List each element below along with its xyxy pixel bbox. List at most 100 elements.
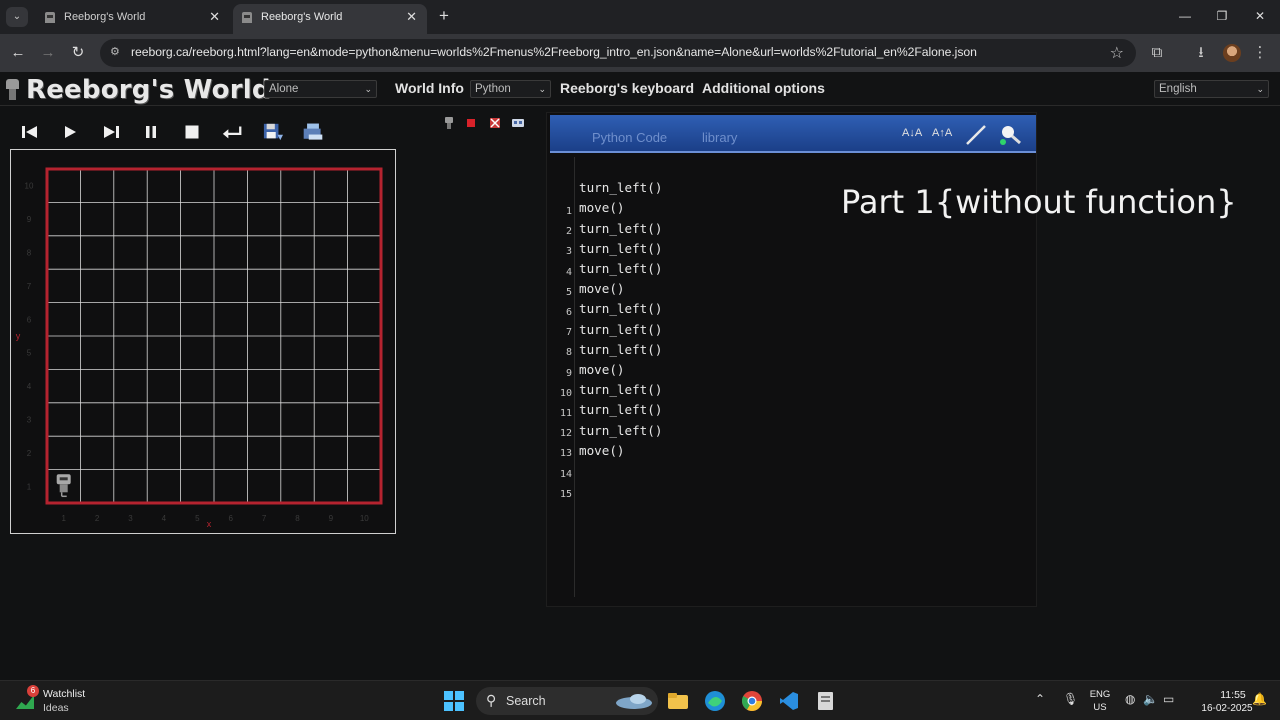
- code-line[interactable]: move(): [579, 362, 625, 377]
- reverse-step-button[interactable]: [19, 122, 41, 142]
- y-tick-label: 9: [27, 215, 32, 224]
- puzzle-icon: ⧉: [1151, 44, 1163, 61]
- code-line[interactable]: turn_left(): [579, 261, 662, 276]
- world-canvas[interactable]: 1 2 3 4 5 6 7 8 9 10 1 2 3 4 5 6 7 8 9 10 x y: [10, 149, 396, 534]
- site-info-icon[interactable]: ⚙: [110, 45, 124, 59]
- editor-tab-bar: Python Code library A↓A A↑A: [550, 115, 1036, 153]
- microphone-icon[interactable]: 🎙: [1063, 692, 1078, 706]
- stop-button[interactable]: [181, 122, 203, 142]
- file-explorer-button[interactable]: [667, 690, 689, 712]
- input-language-bottom[interactable]: US: [1087, 702, 1113, 713]
- code-line[interactable]: move(): [579, 443, 625, 458]
- edge-icon: [705, 691, 725, 711]
- profile-avatar[interactable]: [1223, 44, 1241, 62]
- world-select-value: Alone: [269, 83, 299, 95]
- world-info-button[interactable]: World Info: [395, 80, 464, 96]
- additional-options-button[interactable]: Additional options: [702, 80, 825, 96]
- reeborg-favicon-icon: [242, 12, 252, 23]
- world-editor-icon[interactable]: [511, 116, 525, 130]
- x-axis-label: x: [207, 519, 212, 529]
- reload-button[interactable]: ↻: [68, 43, 88, 63]
- arrow-right-icon: →: [40, 44, 56, 61]
- record-icon[interactable]: [465, 116, 479, 130]
- tab-title: Reeborg's World: [64, 11, 146, 23]
- browser-toolbar: ← → ↻ ⚙ reeborg.ca/reeborg.html?lang=en&…: [0, 34, 1280, 72]
- minimize-icon: —: [1179, 9, 1191, 23]
- url-text[interactable]: reeborg.ca/reeborg.html?lang=en&mode=pyt…: [131, 45, 977, 59]
- new-tab-button[interactable]: +: [434, 6, 454, 26]
- clock-date[interactable]: 16-02-2025: [1195, 703, 1259, 714]
- browser-tab-active[interactable]: Reeborg's World ✕: [233, 4, 427, 34]
- code-line[interactable]: move(): [579, 200, 625, 215]
- step-button[interactable]: [100, 122, 122, 142]
- back-button[interactable]: ←: [8, 43, 28, 63]
- extensions-button[interactable]: ⧉: [1147, 43, 1167, 63]
- downloads-button[interactable]: ⭳: [1191, 43, 1211, 63]
- magnifier-icon[interactable]: [998, 123, 1024, 145]
- code-line[interactable]: turn_left(): [579, 301, 662, 316]
- address-bar[interactable]: ⚙ reeborg.ca/reeborg.html?lang=en&mode=p…: [100, 39, 1136, 67]
- reload-world-button[interactable]: [221, 122, 245, 142]
- vscode-button[interactable]: [778, 690, 800, 712]
- tray-overflow-icon[interactable]: ⌃: [1035, 692, 1045, 706]
- battery-icon[interactable]: ▭: [1163, 692, 1174, 706]
- y-tick-label: 6: [27, 315, 32, 324]
- programming-mode-value: Python: [475, 83, 511, 95]
- restore-button[interactable]: ❐: [1211, 6, 1233, 26]
- y-tick-label: 2: [27, 449, 32, 458]
- taskbar-search[interactable]: ⚲ Search: [476, 687, 658, 715]
- tab-search-button[interactable]: ⌄: [6, 7, 28, 27]
- pause-button[interactable]: [140, 122, 162, 142]
- code-line[interactable]: turn_left(): [579, 402, 662, 417]
- pencil-icon[interactable]: [964, 123, 988, 145]
- code-line[interactable]: turn_left(): [579, 241, 662, 256]
- code-line[interactable]: turn_left(): [579, 342, 662, 357]
- world-select[interactable]: Alone ⌄: [264, 80, 377, 98]
- widget-subtitle[interactable]: Ideas: [43, 702, 69, 714]
- widget-title[interactable]: Watchlist: [43, 688, 85, 700]
- y-tick-label: 10: [25, 182, 34, 191]
- browser-menu-button[interactable]: ⋮: [1250, 43, 1270, 63]
- tab-title: Reeborg's World: [261, 11, 343, 23]
- edge-button[interactable]: [704, 690, 726, 712]
- code-line[interactable]: turn_left(): [579, 423, 662, 438]
- network-icon[interactable]: ◍: [1125, 692, 1135, 706]
- code-line[interactable]: turn_left(): [579, 180, 662, 195]
- code-line[interactable]: turn_left(): [579, 322, 662, 337]
- start-button[interactable]: [443, 690, 465, 712]
- star-icon[interactable]: ☆: [1110, 43, 1124, 63]
- chrome-button[interactable]: [741, 690, 763, 712]
- browser-tab[interactable]: Reeborg's World ✕: [36, 4, 230, 34]
- ui-language-select[interactable]: English ⌄: [1154, 80, 1269, 98]
- open-world-button[interactable]: [302, 122, 328, 142]
- app-title: Reeborg's World: [26, 75, 271, 105]
- reeborg-keyboard-button[interactable]: Reeborg's keyboard: [560, 80, 694, 96]
- decrease-font-icon[interactable]: A↓A: [902, 127, 922, 143]
- app-button[interactable]: [815, 690, 837, 712]
- close-icon[interactable]: ✕: [406, 4, 417, 30]
- chrome-icon: [741, 691, 762, 711]
- volume-icon[interactable]: 🔈: [1143, 692, 1158, 706]
- run-button[interactable]: [59, 122, 81, 142]
- input-language-top[interactable]: ENG: [1087, 689, 1113, 700]
- save-world-button[interactable]: [262, 122, 286, 142]
- robot-icon[interactable]: [442, 116, 456, 130]
- close-icon[interactable]: ✕: [209, 4, 220, 30]
- code-line[interactable]: turn_left(): [579, 221, 662, 236]
- minimize-button[interactable]: —: [1174, 6, 1196, 26]
- notifications-bell-icon[interactable]: 🔔: [1252, 692, 1267, 706]
- tab-python-code[interactable]: Python Code: [592, 130, 667, 145]
- forward-button[interactable]: →: [38, 43, 58, 63]
- windows-taskbar: 6 Watchlist Ideas ⚲ Search ⌃ 🎙 ENG US ◍ …: [0, 680, 1280, 720]
- window-close-button[interactable]: ✕: [1249, 6, 1271, 26]
- robot-eyes: [59, 477, 68, 481]
- increase-font-icon[interactable]: A↑A: [932, 127, 952, 143]
- programming-mode-select[interactable]: Python ⌄: [470, 80, 551, 98]
- highlight-icon[interactable]: [488, 116, 502, 130]
- code-line[interactable]: turn_left(): [579, 382, 662, 397]
- chevron-down-icon: ⌄: [538, 84, 546, 94]
- return-icon: [222, 126, 242, 139]
- y-tick-label: 8: [27, 249, 32, 258]
- code-line[interactable]: move(): [579, 281, 625, 296]
- tab-library[interactable]: library: [702, 130, 737, 145]
